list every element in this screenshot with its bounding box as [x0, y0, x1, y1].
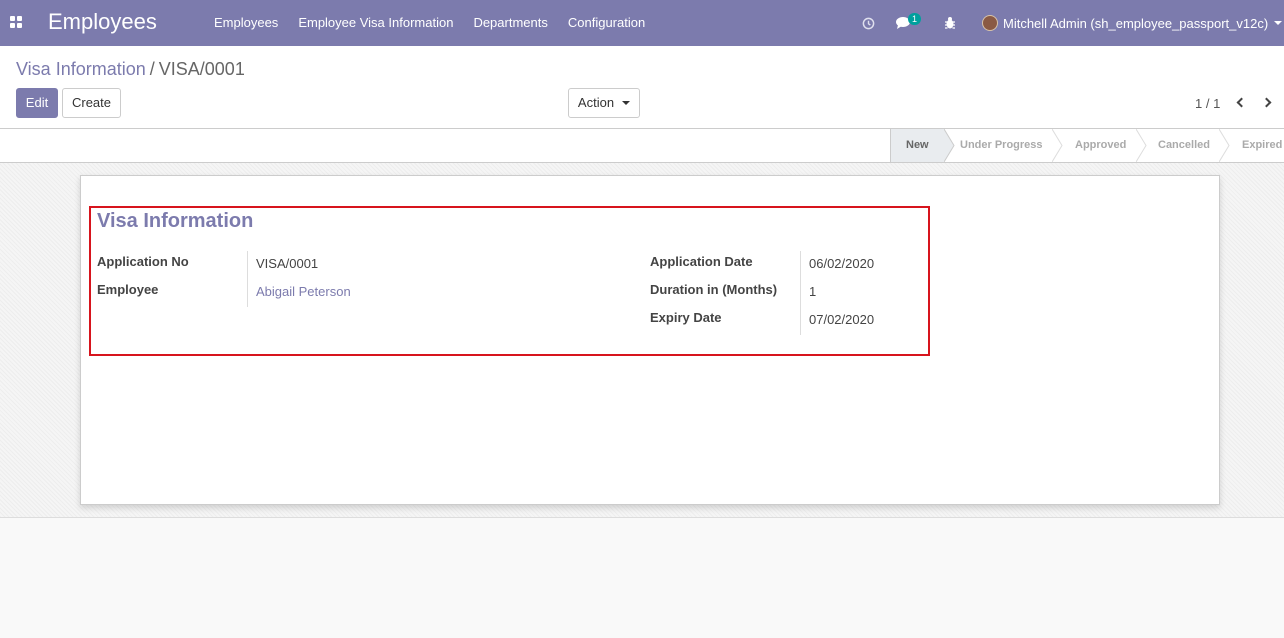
field-duration-months: 1 [809, 284, 817, 299]
stage-separator [1052, 129, 1063, 162]
stage-separator [1219, 129, 1230, 162]
field-application-no: VISA/0001 [256, 256, 319, 271]
breadcrumb-separator: / [149, 59, 155, 79]
label-employee: Employee [97, 282, 159, 297]
edit-button[interactable]: Edit [16, 88, 58, 118]
menu-item-departments[interactable]: Departments [463, 0, 557, 46]
stage-under-progress[interactable]: Under Progress [960, 129, 1052, 162]
top-navbar: Employees Employees Employee Visa Inform… [0, 0, 1284, 46]
caret-down-icon [1274, 21, 1283, 25]
field-employee[interactable]: Abigail Peterson [256, 284, 351, 299]
field-application-date: 06/02/2020 [809, 256, 875, 271]
bug-icon[interactable] [943, 0, 957, 46]
stage-separator [1136, 129, 1147, 162]
action-dropdown[interactable]: Action [568, 88, 640, 118]
create-button[interactable]: Create [62, 88, 121, 118]
label-application-no: Application No [97, 254, 189, 269]
control-panel: Visa Information / VISA/0001 Edit Create A… [0, 46, 1284, 129]
pager-previous-button[interactable] [1234, 95, 1248, 111]
user-name: Mitchell Admin (sh_employee_passport_v12… [1003, 15, 1269, 31]
field-divider [247, 251, 248, 307]
stage-separator [944, 129, 955, 162]
breadcrumb-parent[interactable]: Visa Information [16, 59, 146, 79]
stage-new[interactable]: New [890, 129, 944, 162]
breadcrumb-current: VISA/0001 [158, 59, 245, 79]
menu-item-employee-visa-information[interactable]: Employee Visa Information [288, 0, 463, 46]
apps-icon[interactable] [10, 16, 23, 29]
stage-cancelled[interactable]: Cancelled [1158, 129, 1218, 162]
action-label: Action [577, 95, 615, 110]
field-expiry-date: 07/02/2020 [809, 312, 875, 327]
avatar [982, 15, 998, 31]
menu-item-employees[interactable]: Employees [204, 0, 288, 46]
pager-next-button[interactable] [1261, 95, 1276, 111]
stage-approved[interactable]: Approved [1075, 129, 1135, 162]
caret-down-icon [622, 101, 631, 105]
app-title[interactable]: Employees [48, 9, 157, 35]
status-bar: New Under Progress Approved Cancelled Ex… [0, 129, 1284, 163]
form-background: Visa Information Application No VISA/000… [0, 163, 1284, 518]
chat-icon[interactable]: 1 [895, 0, 925, 46]
main-menu: Employees Employee Visa Information Depa… [204, 0, 655, 46]
chat-badge: 1 [908, 13, 922, 25]
label-duration-months: Duration in (Months) [650, 282, 778, 297]
clock-icon[interactable] [862, 0, 875, 46]
pager-value[interactable]: 1 / 1 [1195, 96, 1220, 111]
label-application-date: Application Date [650, 254, 753, 269]
chevron-left-icon [1236, 97, 1247, 108]
label-expiry-date: Expiry Date [650, 310, 722, 325]
field-divider [800, 251, 801, 335]
breadcrumb: Visa Information / VISA/0001 [16, 59, 245, 80]
form-title: Visa Information [97, 210, 254, 232]
user-menu[interactable]: Mitchell Admin (sh_employee_passport_v12… [982, 0, 1283, 46]
menu-item-configuration[interactable]: Configuration [558, 0, 655, 46]
chevron-right-icon [1261, 97, 1272, 108]
stage-expired[interactable]: Expired [1242, 129, 1284, 162]
form-sheet: Visa Information Application No VISA/000… [80, 175, 1220, 505]
